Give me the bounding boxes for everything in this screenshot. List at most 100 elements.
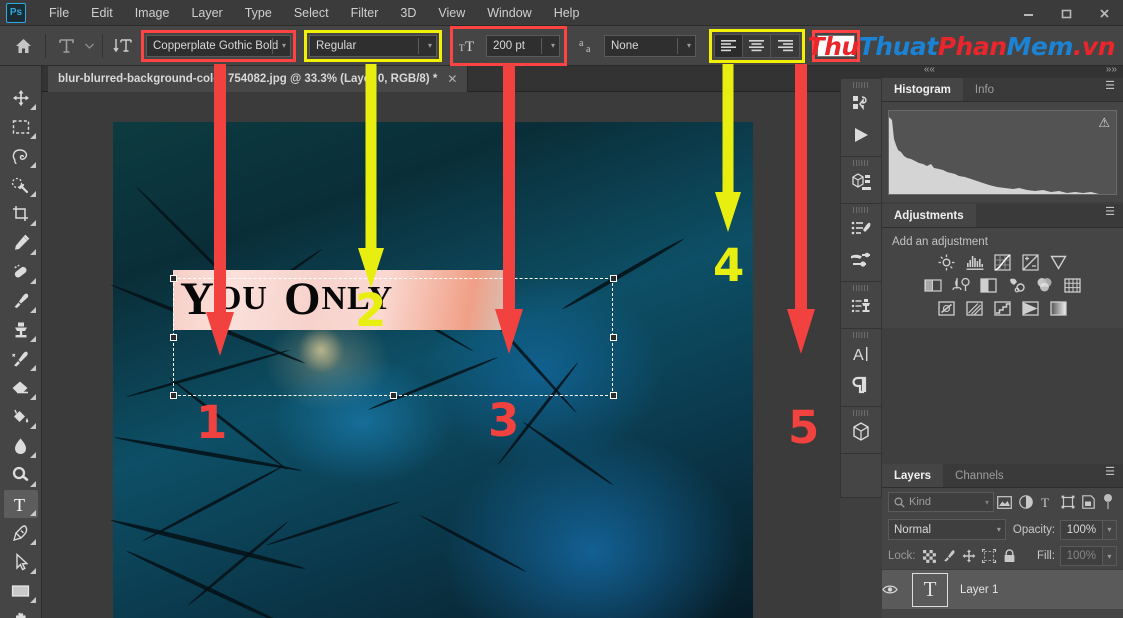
maximize-button[interactable] — [1047, 0, 1085, 26]
menu-filter[interactable]: Filter — [340, 3, 390, 23]
bbox-handle-mr[interactable] — [610, 334, 617, 341]
opacity-stepper[interactable]: ▾ — [1102, 519, 1117, 540]
path-selection-tool[interactable] — [4, 548, 38, 576]
align-center-button[interactable] — [743, 34, 771, 57]
table-row[interactable]: T Layer 1 — [882, 569, 1123, 609]
panel-menu-icon[interactable]: ☰ — [1105, 81, 1115, 92]
history-icon[interactable] — [844, 89, 878, 119]
align-left-button[interactable] — [715, 34, 743, 57]
layer-visibility-icon[interactable] — [882, 584, 912, 595]
color-balance-icon[interactable] — [923, 276, 942, 294]
lock-transparent-pixels-icon[interactable] — [920, 546, 940, 566]
gradient-map-icon[interactable] — [1021, 299, 1040, 317]
tab-histogram[interactable]: Histogram — [882, 78, 963, 101]
bbox-handle-tl[interactable] — [170, 275, 177, 282]
eraser-tool[interactable] — [4, 374, 38, 402]
threshold-icon[interactable] — [965, 299, 984, 317]
filter-adjustment-icon[interactable] — [1015, 492, 1036, 512]
photo-filter-icon[interactable] — [979, 276, 998, 294]
filter-shape-icon[interactable] — [1057, 492, 1078, 512]
dock-grip[interactable]: |||||| — [841, 332, 881, 338]
bbox-handle-br[interactable] — [610, 392, 617, 399]
dock-grip[interactable]: |||||| — [841, 285, 881, 291]
history-brush-tool[interactable] — [4, 345, 38, 373]
quick-selection-tool[interactable] — [4, 171, 38, 199]
3d-panel-icon[interactable] — [844, 417, 878, 447]
dock-grip[interactable]: |||||| — [841, 160, 881, 166]
paint-bucket-tool[interactable] — [4, 403, 38, 431]
home-icon[interactable] — [6, 32, 40, 60]
brightness-contrast-icon[interactable] — [937, 253, 956, 271]
channel-mixer-icon[interactable] — [1007, 276, 1026, 294]
character-panel-icon[interactable]: A — [844, 339, 878, 369]
vibrance-icon[interactable] — [1049, 253, 1068, 271]
bbox-handle-ml[interactable] — [170, 334, 177, 341]
spot-healing-brush-tool[interactable] — [4, 258, 38, 286]
fill-value[interactable]: 100% — [1059, 546, 1103, 566]
lock-position-icon[interactable] — [959, 546, 979, 566]
tab-channels[interactable]: Channels — [943, 464, 1016, 487]
dock-grip[interactable]: |||||| — [841, 410, 881, 416]
lock-image-pixels-icon[interactable] — [939, 546, 959, 566]
fill-stepper[interactable]: ▾ — [1102, 546, 1117, 566]
bbox-handle-bm[interactable] — [390, 392, 397, 399]
layer-name[interactable]: Layer 1 — [960, 584, 998, 596]
invert-icon[interactable] — [937, 299, 956, 317]
black-white-icon[interactable] — [951, 276, 970, 294]
menu-select[interactable]: Select — [283, 3, 340, 23]
lasso-tool[interactable] — [4, 142, 38, 170]
opacity-value[interactable]: 100% — [1060, 519, 1103, 540]
actions-play-icon[interactable] — [844, 120, 878, 150]
font-size-field[interactable]: 200 pt ▾ — [486, 34, 560, 57]
close-button[interactable] — [1085, 0, 1123, 26]
bbox-handle-tr[interactable] — [610, 275, 617, 282]
minimize-button[interactable] — [1009, 0, 1047, 26]
posterize-icon[interactable] — [1063, 276, 1082, 294]
gradient-fill-icon[interactable] — [1049, 299, 1068, 317]
hand-tool[interactable] — [4, 606, 38, 618]
align-right-button[interactable] — [771, 35, 799, 57]
curves-icon[interactable] — [993, 253, 1012, 271]
menu-edit[interactable]: Edit — [80, 3, 124, 23]
menu-3d[interactable]: 3D — [389, 3, 427, 23]
font-family-field[interactable]: Copperplate Gothic Bold ▾ — [141, 29, 296, 62]
dodge-tool[interactable] — [4, 461, 38, 489]
tab-info[interactable]: Info — [963, 78, 1006, 101]
anti-aliasing-field[interactable]: None ▾ — [604, 34, 696, 57]
document-tab[interactable]: blur-blurred-background-color 754082.jpg… — [48, 66, 469, 92]
menu-view[interactable]: View — [427, 3, 476, 23]
menu-image[interactable]: Image — [124, 3, 181, 23]
filter-toggle-icon[interactable] — [1099, 492, 1117, 512]
layer-filter-kind[interactable]: Kind ▾ — [888, 492, 994, 512]
type-tool-icon[interactable] — [51, 32, 81, 60]
brush-settings-icon[interactable] — [844, 245, 878, 275]
lock-all-icon[interactable] — [999, 546, 1019, 566]
font-style-field[interactable]: Regular ▾ — [304, 29, 442, 62]
dock-grip[interactable]: |||||| — [841, 207, 881, 213]
cached-data-warning-icon[interactable]: ⚠ — [1098, 115, 1110, 131]
layer-thumbnail[interactable]: T — [912, 572, 948, 607]
clone-stamp-tool[interactable] — [4, 316, 38, 344]
rectangular-marquee-tool[interactable] — [4, 113, 38, 141]
dock-grip[interactable]: |||||| — [841, 82, 881, 88]
brush-presets-icon[interactable] — [844, 214, 878, 244]
text-bounding-box[interactable] — [173, 278, 613, 396]
collapse-panels-icon[interactable]: »» — [1106, 64, 1117, 75]
eyedropper-tool[interactable] — [4, 229, 38, 257]
filter-pixel-icon[interactable] — [994, 492, 1015, 512]
crop-tool[interactable] — [4, 200, 38, 228]
panel-menu-icon[interactable]: ☰ — [1105, 207, 1115, 218]
color-lookup-icon[interactable] — [1035, 276, 1054, 294]
menu-window[interactable]: Window — [476, 3, 542, 23]
exposure-icon[interactable] — [1021, 253, 1040, 271]
blend-mode-select[interactable]: Normal ▾ — [888, 519, 1006, 540]
pen-tool[interactable] — [4, 519, 38, 547]
close-icon[interactable]: ✕ — [447, 72, 457, 86]
collapse-dock-icon[interactable]: «« — [924, 64, 935, 75]
3d-scene-icon[interactable] — [844, 167, 878, 197]
tool-preset-chevron-icon[interactable] — [81, 32, 97, 60]
selective-color-icon[interactable] — [993, 299, 1012, 317]
rectangle-tool[interactable] — [4, 577, 38, 605]
clone-source-icon[interactable] — [844, 292, 878, 322]
blur-tool[interactable] — [4, 432, 38, 460]
